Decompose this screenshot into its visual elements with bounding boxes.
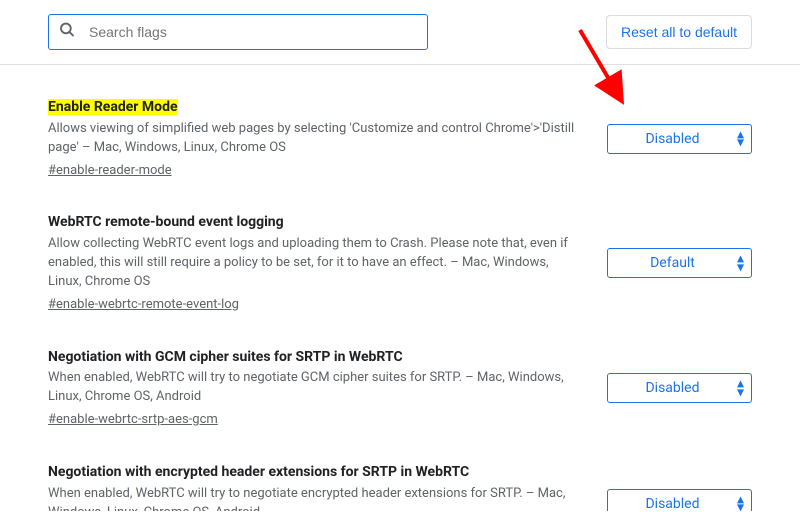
flag-row: Negotiation with encrypted header extens… [48, 446, 752, 511]
flag-hash-link[interactable]: #enable-reader-mode [48, 162, 172, 181]
flag-description: When enabled, WebRTC will try to negotia… [48, 369, 583, 407]
flag-select[interactable]: Disabled ▴▾ [607, 124, 752, 154]
flag-description: Allow collecting WebRTC event logs and u… [48, 235, 583, 292]
flag-info: Enable Reader Mode Allows viewing of sim… [48, 97, 583, 180]
flag-select-value[interactable]: Disabled [607, 124, 752, 154]
flag-title: Negotiation with GCM cipher suites for S… [48, 349, 403, 365]
reset-all-button[interactable]: Reset all to default [606, 15, 752, 49]
flag-hash-link[interactable]: #enable-webrtc-remote-event-log [48, 296, 239, 315]
flags-list: Enable Reader Mode Allows viewing of sim… [0, 65, 800, 511]
flag-select-value[interactable]: Disabled [607, 373, 752, 403]
flag-select-value[interactable]: Default [607, 248, 752, 278]
flag-select[interactable]: Disabled ▴▾ [607, 373, 752, 403]
flag-hash-link[interactable]: #enable-webrtc-srtp-aes-gcm [48, 411, 218, 430]
flag-select[interactable]: Default ▴▾ [607, 248, 752, 278]
flag-info: WebRTC remote-bound event logging Allow … [48, 212, 583, 314]
flag-description: Allows viewing of simplified web pages b… [48, 120, 583, 158]
flag-title: WebRTC remote-bound event logging [48, 214, 284, 230]
flag-row: Negotiation with GCM cipher suites for S… [48, 331, 752, 446]
flag-info: Negotiation with GCM cipher suites for S… [48, 347, 583, 430]
search-field[interactable] [48, 14, 428, 50]
flag-title: Negotiation with encrypted header extens… [48, 464, 469, 480]
flag-row: WebRTC remote-bound event logging Allow … [48, 196, 752, 330]
search-input[interactable] [48, 14, 428, 50]
flag-select-value[interactable]: Disabled [607, 489, 752, 511]
flag-title: Enable Reader Mode [48, 99, 178, 115]
flag-row: Enable Reader Mode Allows viewing of sim… [48, 81, 752, 196]
flag-select[interactable]: Disabled ▴▾ [607, 489, 752, 511]
flag-description: When enabled, WebRTC will try to negotia… [48, 485, 583, 511]
header: Reset all to default [0, 0, 800, 65]
flag-info: Negotiation with encrypted header extens… [48, 462, 583, 511]
